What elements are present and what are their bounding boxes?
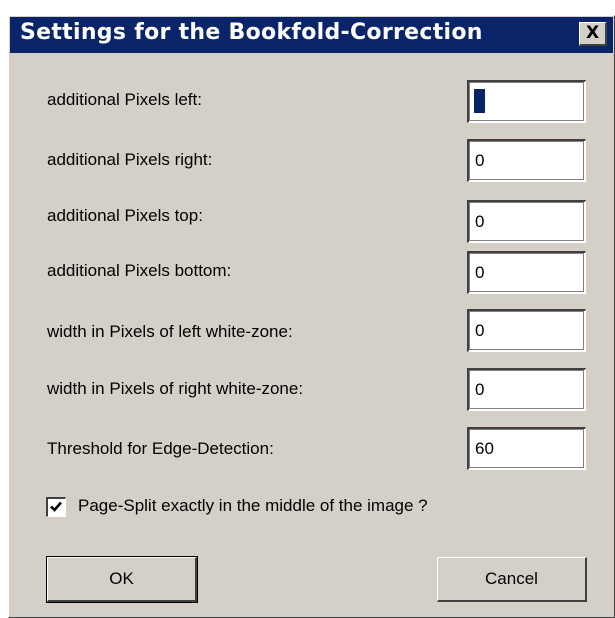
close-button[interactable]: X <box>579 22 607 46</box>
additional-pixels-top-input[interactable] <box>467 200 586 243</box>
label-additional-pixels-right: additional Pixels right: <box>47 150 213 169</box>
settings-dialog: Settings for the Bookfold-Correction X a… <box>8 15 615 618</box>
label-edge-detection-threshold: Threshold for Edge-Detection: <box>47 439 274 458</box>
additional-pixels-bottom-input[interactable] <box>467 251 586 294</box>
cancel-button[interactable]: Cancel <box>437 557 587 602</box>
additional-pixels-left-input[interactable] <box>467 80 586 123</box>
checkmark-icon <box>50 501 62 512</box>
label-right-white-zone-width: width in Pixels of right white-zone: <box>47 379 304 398</box>
page-split-checkbox[interactable] <box>46 497 66 517</box>
left-white-zone-width-input[interactable] <box>467 309 586 352</box>
title-bar[interactable]: Settings for the Bookfold-Correction X <box>10 17 613 53</box>
close-icon: X <box>585 23 600 43</box>
page-split-label[interactable]: Page-Split exactly in the middle of the … <box>78 496 428 516</box>
label-additional-pixels-left: additional Pixels left: <box>47 90 202 109</box>
right-white-zone-width-input[interactable] <box>467 368 586 411</box>
label-left-white-zone-width: width in Pixels of left white-zone: <box>47 322 293 341</box>
edge-detection-threshold-input[interactable] <box>467 427 586 470</box>
dialog-title: Settings for the Bookfold-Correction <box>20 20 483 45</box>
ok-button[interactable]: OK <box>46 556 198 603</box>
additional-pixels-right-input[interactable] <box>467 139 586 182</box>
label-additional-pixels-bottom: additional Pixels bottom: <box>47 261 232 280</box>
label-additional-pixels-top: additional Pixels top: <box>47 206 203 225</box>
